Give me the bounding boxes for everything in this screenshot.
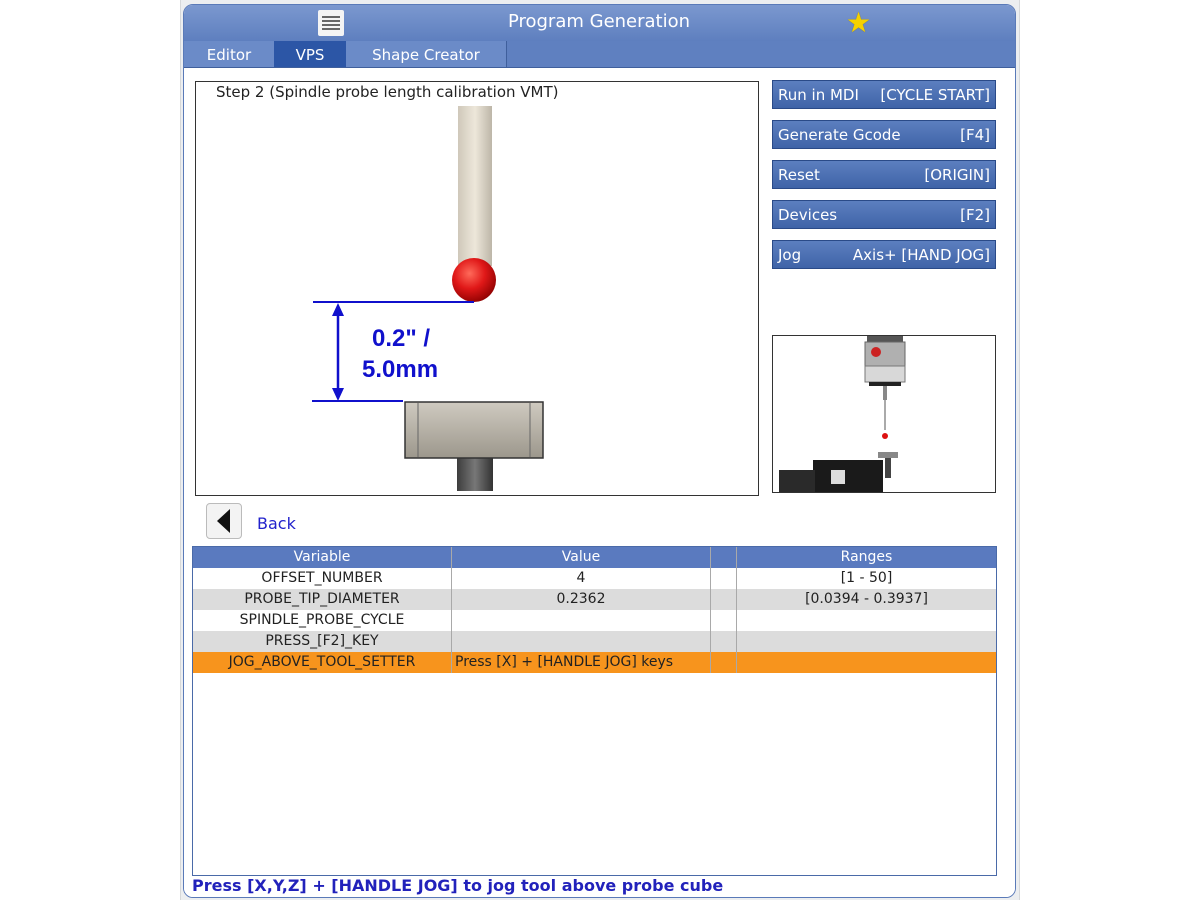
left-arrow-icon: [217, 509, 230, 533]
probe-body-top: [864, 341, 906, 367]
jog-button[interactable]: Jog Axis+ [HAND JOG]: [772, 240, 996, 269]
dimension-arrow-up: [332, 303, 344, 316]
value-cell[interactable]: [452, 610, 711, 631]
generate-gcode-key: [F4]: [960, 126, 990, 144]
table-header: Variable Value Ranges: [193, 547, 996, 568]
main-content: 0.2" / 5.0mm Step 2 (Spindle probe lengt…: [184, 68, 1015, 897]
range-cell: [1 - 50]: [840, 570, 893, 586]
devices-button[interactable]: Devices [F2]: [772, 200, 996, 229]
step-illustration-panel: 0.2" / 5.0mm Step 2 (Spindle probe lengt…: [195, 81, 759, 496]
extra-cell: [711, 589, 737, 610]
dimension-arrow-down: [332, 388, 344, 401]
variables-table: Variable Value Ranges OFFSET_NUMBER 4 [1…: [192, 546, 997, 876]
header-variable: Variable: [193, 547, 452, 568]
tab-shape-creator[interactable]: Shape Creator: [346, 41, 507, 67]
value-cell[interactable]: Press [X] + [HANDLE JOG] keys: [452, 652, 711, 673]
tab-editor[interactable]: Editor: [184, 41, 275, 67]
table-row[interactable]: PRESS_[F2]_KEY: [193, 631, 996, 653]
preview-fixture: [813, 460, 883, 492]
probe-stylus: [458, 106, 492, 266]
preview-fixture-label: [831, 470, 845, 484]
variable-cell: OFFSET_NUMBER: [193, 568, 452, 589]
reset-key: [ORIGIN]: [924, 166, 990, 184]
jog-key: Axis+ [HAND JOG]: [852, 246, 990, 264]
table-row-selected[interactable]: JOG_ABOVE_TOOL_SETTER Press [X] + [HANDL…: [193, 652, 996, 673]
run-in-mdi-key: [CYCLE START]: [880, 86, 990, 104]
variable-cell: PRESS_[F2]_KEY: [193, 631, 452, 652]
reset-label: Reset: [778, 166, 820, 184]
tab-vps[interactable]: VPS: [274, 41, 347, 67]
probe-preview-illustration: [779, 336, 906, 492]
table-row[interactable]: PROBE_TIP_DIAMETER 0.2362 [0.0394 - 0.39…: [193, 589, 996, 611]
dimension-label-inches: 0.2" /: [372, 325, 430, 352]
extra-cell: [711, 652, 737, 673]
step-title: Step 2 (Spindle probe length calibration…: [213, 83, 562, 101]
back-button[interactable]: [206, 503, 242, 539]
probe-calibration-diagram: 0.2" / 5.0mm: [312, 106, 544, 491]
devices-key: [F2]: [960, 206, 990, 224]
left-margin: [0, 0, 180, 900]
preview-stylus: [884, 400, 886, 430]
run-in-mdi-label: Run in MDI: [778, 86, 859, 104]
variable-cell: JOG_ABOVE_TOOL_SETTER: [193, 652, 452, 673]
devices-label: Devices: [778, 206, 838, 224]
extra-cell: [711, 631, 737, 652]
probe-neck: [883, 386, 887, 400]
reset-button[interactable]: Reset [ORIGIN]: [772, 160, 996, 189]
range-cell: [737, 652, 996, 673]
value-cell[interactable]: 4: [452, 568, 711, 589]
jog-label: Jog: [778, 246, 802, 264]
value-cell[interactable]: 0.2362: [452, 589, 711, 610]
table-row[interactable]: OFFSET_NUMBER 4 [1 - 50]: [193, 568, 996, 590]
range-cell: [0.0394 - 0.3937]: [805, 591, 928, 607]
spindle-holder: [867, 336, 903, 342]
generate-gcode-button[interactable]: Generate Gcode [F4]: [772, 120, 996, 149]
header-blank: [711, 547, 737, 568]
value-cell[interactable]: [452, 631, 711, 652]
preview-tool-setter-top: [878, 452, 898, 458]
tool-setter-cube: [404, 401, 544, 459]
header-value: Value: [452, 547, 711, 568]
extra-cell: [711, 610, 737, 631]
tab-bar: Editor VPS Shape Creator: [184, 41, 1015, 68]
variable-cell: PROBE_TIP_DIAMETER: [193, 589, 452, 610]
extra-cell: [711, 568, 737, 589]
machine-preview-image: [772, 335, 996, 493]
program-generation-window: Program Generation ★ Editor VPS Shape Cr…: [183, 4, 1016, 898]
status-message: Press [X,Y,Z] + [HANDLE JOG] to jog tool…: [192, 876, 724, 895]
dimension-label-mm: 5.0mm: [362, 356, 438, 383]
probe-logo: [871, 347, 881, 357]
star-icon[interactable]: ★: [846, 7, 871, 39]
run-in-mdi-button[interactable]: Run in MDI [CYCLE START]: [772, 80, 996, 109]
range-cell: [737, 610, 996, 631]
range-cell: [737, 631, 996, 652]
probe-band: [869, 382, 901, 386]
variable-cell: SPINDLE_PROBE_CYCLE: [193, 610, 452, 631]
preview-tool-setter-post: [885, 458, 891, 478]
table-row[interactable]: SPINDLE_PROBE_CYCLE: [193, 610, 996, 632]
preview-tip: [882, 433, 888, 439]
window-title: Program Generation: [507, 11, 691, 32]
generate-gcode-label: Generate Gcode: [778, 126, 901, 144]
menu-button[interactable]: [318, 10, 344, 36]
probe-body-mid: [864, 365, 906, 383]
title-bar: Program Generation ★: [184, 5, 1015, 41]
probe-tip-ball: [452, 258, 496, 302]
tool-setter-post: [457, 457, 493, 491]
header-ranges: Ranges: [840, 549, 893, 565]
preview-vise: [779, 470, 815, 492]
hamburger-icon: [322, 16, 340, 30]
back-link[interactable]: Back: [257, 514, 296, 533]
